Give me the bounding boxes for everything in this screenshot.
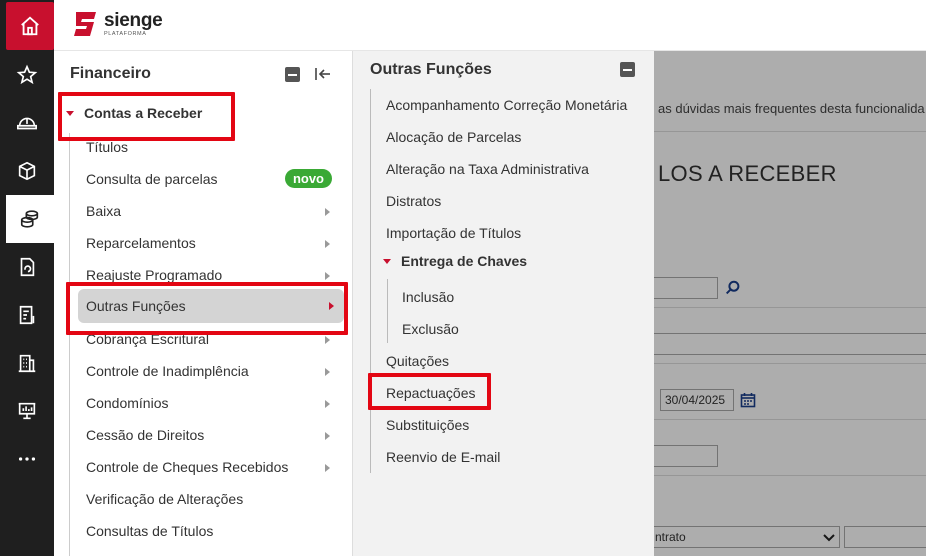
menu-item-label: Reajuste Programado bbox=[86, 267, 223, 283]
top-bar: sienge PLATAFORMA bbox=[54, 0, 926, 51]
icon-rail bbox=[0, 0, 54, 556]
submenu-item-label: Inclusão bbox=[402, 289, 455, 305]
submenu-item-alocacao-de-parcelas[interactable]: Alocação de Parcelas bbox=[386, 125, 521, 149]
menu-item-label: Reparcelamentos bbox=[86, 235, 196, 251]
group-entrega-de-chaves[interactable]: Entrega de Chaves bbox=[383, 253, 527, 269]
menu-item-cessao-de-direitos[interactable]: Cessão de Direitos bbox=[86, 421, 342, 449]
sienge-logo-icon bbox=[74, 12, 96, 36]
collapse-all-button[interactable] bbox=[620, 62, 635, 77]
chevron-right-icon bbox=[325, 464, 330, 472]
reports-button[interactable] bbox=[0, 387, 54, 435]
submenu-item-label: Quitações bbox=[386, 353, 450, 369]
submenu-item-reenvio-de-email[interactable]: Reenvio de E-mail bbox=[386, 445, 500, 469]
submenu-item-label: Importação de Títulos bbox=[386, 225, 522, 241]
highlight-box bbox=[66, 282, 348, 335]
tree-guide bbox=[387, 279, 388, 343]
submenu-item-label: Substituições bbox=[386, 417, 470, 433]
home-icon bbox=[21, 16, 39, 36]
submenu-item-label: Acompanhamento Correção Monetária bbox=[386, 97, 628, 113]
new-badge: novo bbox=[284, 169, 332, 188]
menu-item-baixa[interactable]: Baixa bbox=[86, 197, 342, 225]
submenu-item-label: Alocação de Parcelas bbox=[386, 129, 522, 145]
home-button[interactable] bbox=[6, 2, 54, 50]
panel-title: Financeiro bbox=[70, 65, 151, 82]
star-icon bbox=[16, 64, 38, 85]
submenu-item-label: Reenvio de E-mail bbox=[386, 449, 501, 465]
menu-item-controle-de-cheques[interactable]: Controle de Cheques Recebidos bbox=[86, 453, 342, 481]
submenu-item-exclusao[interactable]: Exclusão bbox=[402, 317, 459, 341]
menu-item-label: Consultas de Títulos bbox=[86, 523, 214, 539]
chevron-right-icon bbox=[325, 208, 330, 216]
menu-item-consulta-de-parcelas[interactable]: Consulta de parcelas novo bbox=[86, 165, 342, 193]
brand-sub: PLATAFORMA bbox=[104, 30, 147, 37]
presentation-icon bbox=[18, 402, 36, 420]
submenu-item-importacao-de-titulos[interactable]: Importação de Títulos bbox=[386, 221, 521, 245]
brand-name: sienge bbox=[104, 9, 163, 31]
supplies-button[interactable] bbox=[0, 147, 54, 195]
collapse-panel-icon[interactable] bbox=[314, 65, 332, 83]
submenu-item-label: Exclusão bbox=[402, 321, 459, 337]
building-icon bbox=[18, 354, 36, 373]
receipt-icon bbox=[19, 305, 35, 325]
highlight-box bbox=[368, 373, 491, 410]
chevron-right-icon bbox=[325, 368, 330, 376]
submenu-item-label: Distratos bbox=[386, 193, 442, 209]
collapse-all-button[interactable] bbox=[285, 67, 300, 82]
submenu-item-substituicoes[interactable]: Substituições bbox=[386, 413, 469, 437]
coins-icon bbox=[20, 210, 39, 228]
submenu-item-acompanhamento[interactable]: Acompanhamento Correção Monetária bbox=[386, 93, 627, 117]
menu-item-label: Controle de Cheques Recebidos bbox=[86, 459, 289, 475]
submenu-item-label: Alteração na Taxa Administrativa bbox=[386, 161, 589, 177]
document-icon bbox=[20, 257, 35, 277]
menu-item-label: Condomínios bbox=[86, 395, 169, 411]
submenu-item-quitacoes[interactable]: Quitações bbox=[386, 349, 449, 373]
more-icon bbox=[18, 457, 36, 461]
menu-item-label: Consulta de parcelas bbox=[86, 171, 218, 187]
caret-down-icon bbox=[383, 258, 391, 264]
panel-title: Outras Funções bbox=[370, 61, 492, 78]
menu-item-verificacao-de-alteracoes[interactable]: Verificação de Alterações bbox=[86, 485, 342, 513]
more-button[interactable] bbox=[0, 435, 54, 483]
chevron-right-icon bbox=[325, 400, 330, 408]
menu-item-label: Títulos bbox=[86, 139, 129, 155]
modal-overlay[interactable] bbox=[654, 51, 926, 556]
highlight-box bbox=[58, 92, 235, 141]
submenu-item-distratos[interactable]: Distratos bbox=[386, 189, 441, 213]
sienge-logo[interactable]: sienge PLATAFORMA bbox=[72, 9, 163, 38]
helmet-icon bbox=[17, 117, 37, 130]
menu-item-consultas-de-titulos[interactable]: Consultas de Títulos bbox=[86, 517, 342, 545]
box-icon bbox=[18, 161, 36, 181]
chevron-right-icon bbox=[325, 272, 330, 280]
menu-item-label: Baixa bbox=[86, 203, 122, 219]
documents-button[interactable] bbox=[0, 243, 54, 291]
favorites-button[interactable] bbox=[0, 51, 54, 99]
tree-guide bbox=[69, 133, 70, 556]
chevron-right-icon bbox=[325, 240, 330, 248]
menu-item-label: Verificação de Alterações bbox=[86, 491, 244, 507]
menu-item-label: Controle de Inadimplência bbox=[86, 363, 249, 379]
financial-button[interactable] bbox=[6, 195, 54, 243]
group-label: Entrega de Chaves bbox=[401, 253, 528, 269]
engineering-button[interactable] bbox=[0, 99, 54, 147]
menu-item-reparcelamentos[interactable]: Reparcelamentos bbox=[86, 229, 342, 257]
outras-funcoes-panel: Outras Funções Acompanhamento Correção M… bbox=[353, 51, 654, 556]
menu-item-controle-de-inadimplencia[interactable]: Controle de Inadimplência bbox=[86, 357, 342, 385]
menu-item-label: Cessão de Direitos bbox=[86, 427, 205, 443]
submenu-item-alteracao-taxa[interactable]: Alteração na Taxa Administrativa bbox=[386, 157, 589, 181]
properties-button[interactable] bbox=[0, 339, 54, 387]
menu-item-condominios[interactable]: Condomínios bbox=[86, 389, 342, 417]
chevron-right-icon bbox=[325, 336, 330, 344]
submenu-item-inclusao[interactable]: Inclusão bbox=[402, 285, 454, 309]
billing-button[interactable] bbox=[0, 291, 54, 339]
tree-guide bbox=[370, 89, 371, 473]
chevron-right-icon bbox=[325, 432, 330, 440]
